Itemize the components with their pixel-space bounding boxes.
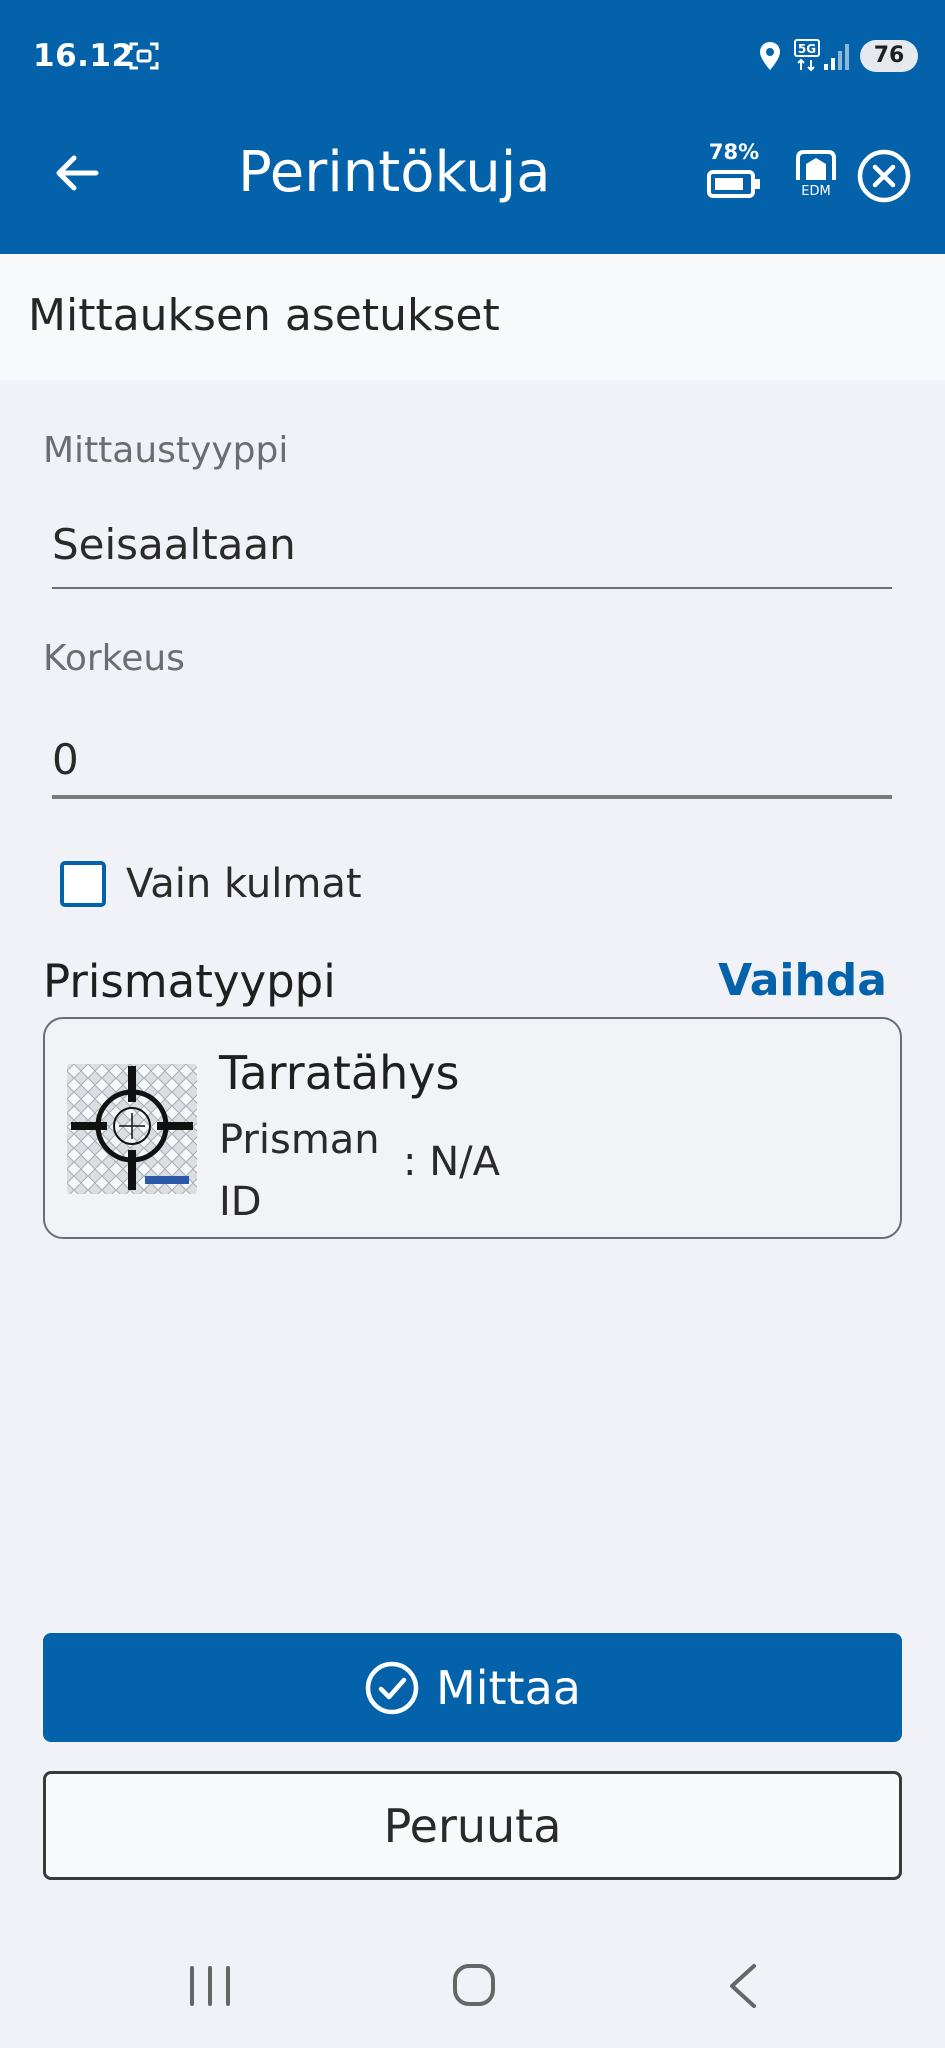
5g-signal-icon: 5G <box>794 39 849 72</box>
home-icon[interactable] <box>452 1963 496 2007</box>
recents-icon[interactable] <box>188 1966 232 2006</box>
angles-only-label[interactable]: Vain kulmat <box>126 861 362 907</box>
prism-name: Tarratähys <box>219 1046 460 1100</box>
app-title: Perintökuja <box>238 140 551 205</box>
app-bar: 16.12 5G 76 Perintökuja 78% EDM <box>0 0 945 254</box>
back-arrow-icon[interactable] <box>52 148 102 198</box>
device-battery-indicator: 78% <box>706 140 762 204</box>
device-battery-icon <box>707 170 760 198</box>
measurement-type-underline <box>52 587 892 589</box>
height-label: Korkeus <box>43 638 185 679</box>
height-input[interactable]: 0 <box>52 735 79 784</box>
edm-label: EDM <box>801 184 831 199</box>
measure-button-label: Mittaa <box>436 1660 581 1715</box>
status-time: 16.12 <box>33 38 134 74</box>
section-title: Mittauksen asetukset <box>28 290 500 341</box>
prism-card[interactable]: Tarratähys Prisman ID : N/A <box>43 1017 902 1239</box>
svg-text:5G: 5G <box>798 42 816 56</box>
change-prism-link[interactable]: Vaihda <box>718 955 887 1006</box>
measurement-type-label: Mittaustyyppi <box>43 430 289 471</box>
target-sticker-icon <box>67 1064 197 1194</box>
prism-id-value: : N/A <box>403 1139 500 1185</box>
measure-button[interactable]: Mittaa <box>43 1633 902 1742</box>
cancel-button[interactable]: Peruuta <box>43 1771 902 1880</box>
check-circle-icon <box>365 1661 419 1714</box>
prism-id-label: Prisman ID <box>219 1117 380 1225</box>
cancel-button-label: Peruuta <box>383 1798 562 1853</box>
angles-only-checkbox[interactable] <box>60 861 106 907</box>
height-underline <box>52 795 892 799</box>
measurement-type-select[interactable]: Seisaaltaan <box>52 520 296 569</box>
prism-type-title: Prismatyyppi <box>43 955 336 1008</box>
close-circle-icon[interactable] <box>856 148 912 204</box>
screen-record-icon <box>129 42 159 70</box>
location-icon <box>760 42 780 70</box>
phone-battery-badge: 76 <box>860 40 918 72</box>
nav-back-icon[interactable] <box>726 1962 760 2010</box>
